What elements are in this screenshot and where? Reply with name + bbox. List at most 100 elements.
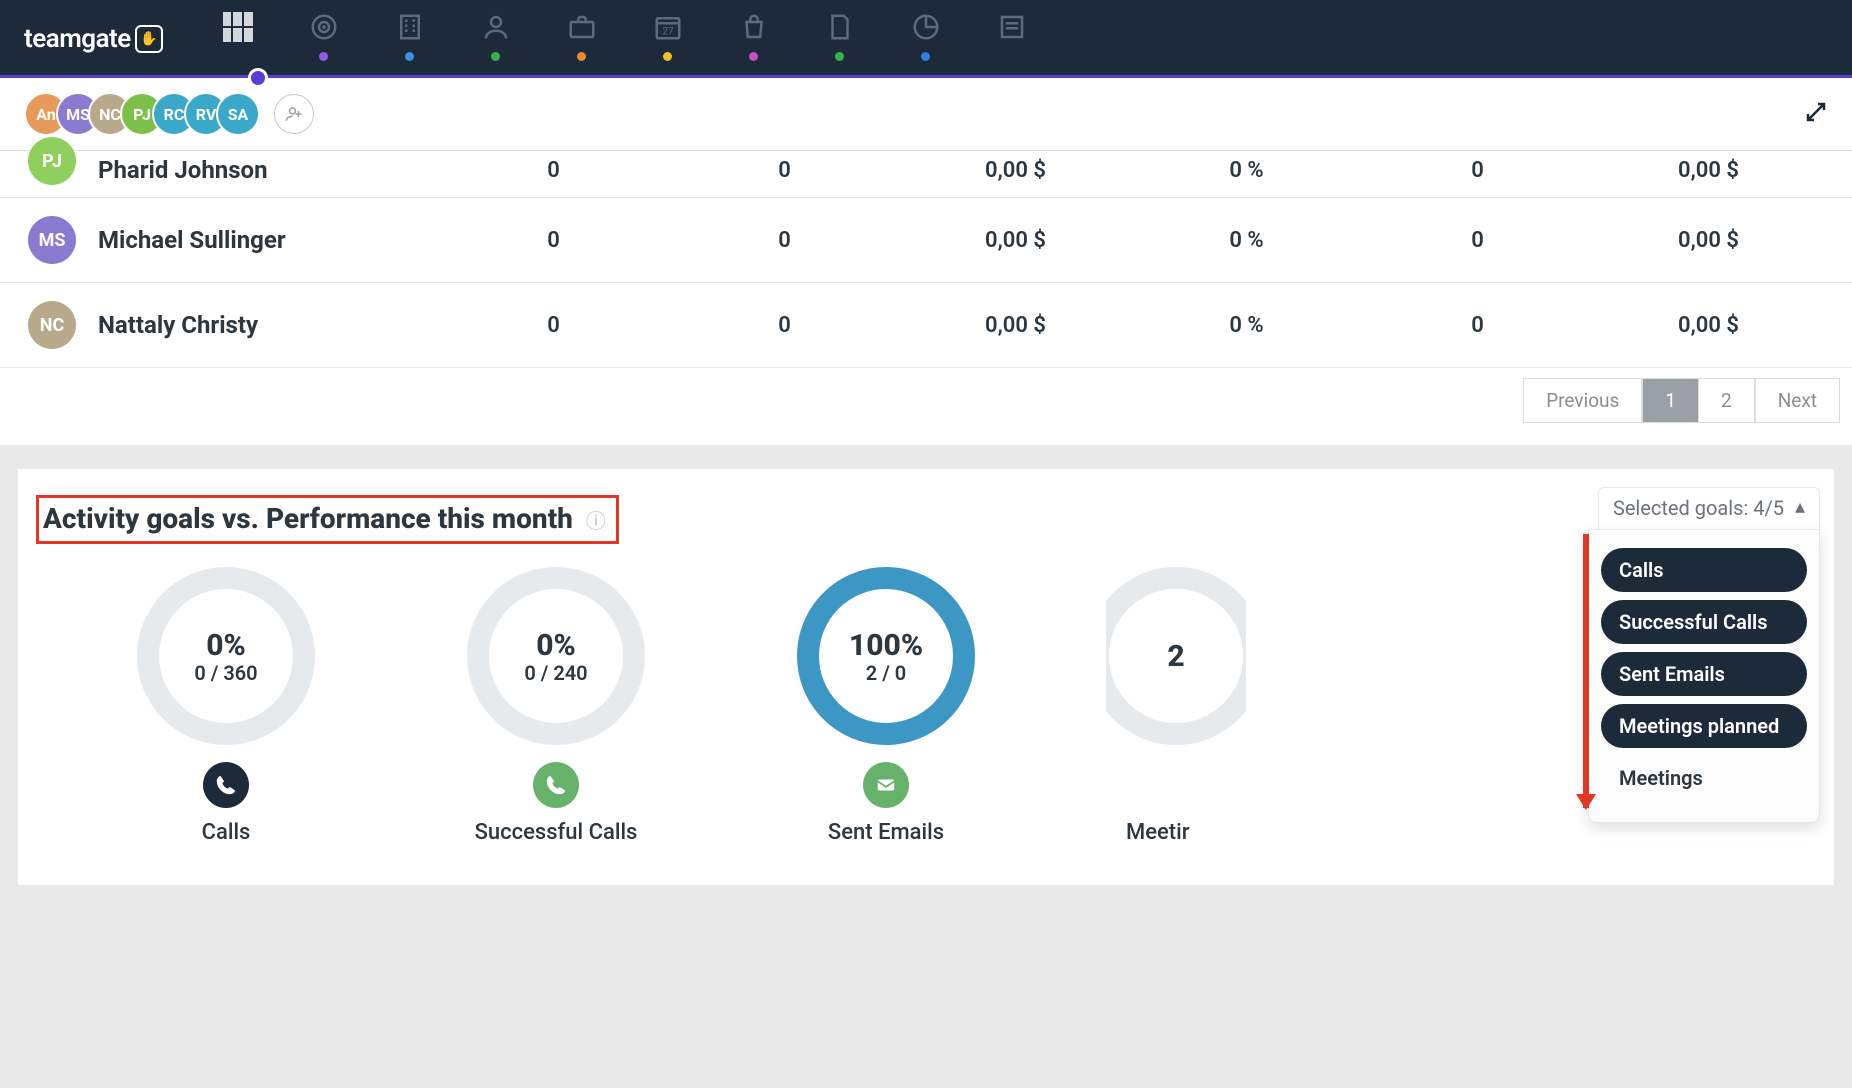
row-cell: 0: [1362, 313, 1593, 338]
row-avatar: NC: [28, 301, 76, 349]
calendar-icon: 27: [653, 12, 683, 42]
brand-text: teamgate: [24, 24, 131, 54]
info-icon[interactable]: ⓘ: [586, 509, 606, 533]
nav-underline: [0, 75, 1852, 78]
goal-pct: 0%: [206, 628, 246, 663]
row-cell: 0 %: [1131, 158, 1362, 183]
row-cell: 0,00 $: [900, 158, 1131, 183]
row-cell: 0: [438, 158, 669, 183]
annotation-arrow: [1583, 534, 1589, 808]
bag-icon: [739, 12, 769, 42]
row-name: Nattaly Christy: [98, 311, 438, 339]
goal-option-chip[interactable]: Successful Calls: [1601, 600, 1807, 644]
goal-ring: 0% 0 / 360: [136, 566, 316, 746]
goal-pct: 2: [1167, 639, 1184, 674]
row-cell: 0,00 $: [900, 313, 1131, 338]
goal-item-partial: 2 Meetir: [1106, 566, 1246, 845]
nav-dot: [749, 52, 758, 61]
goal-sub: 0 / 360: [194, 661, 257, 685]
pagination-previous[interactable]: Previous: [1523, 378, 1642, 423]
goal-option-chip[interactable]: Meetings planned: [1601, 704, 1807, 748]
goal-ring: 0% 0 / 240: [466, 566, 646, 746]
add-user-filter-button[interactable]: [274, 94, 314, 134]
pagination-page[interactable]: 2: [1699, 378, 1755, 423]
svg-text:27: 27: [662, 27, 674, 38]
target-icon: [309, 12, 339, 42]
goal-option-chip[interactable]: Sent Emails: [1601, 652, 1807, 696]
goal-ring: 100% 2 / 0: [796, 566, 976, 746]
nav-target[interactable]: [309, 12, 339, 61]
pagination: Previous 12 Next: [0, 368, 1852, 445]
row-name: Michael Sullinger: [98, 226, 438, 254]
goal-option-chip[interactable]: Calls: [1601, 548, 1807, 592]
nav-deals[interactable]: [567, 12, 597, 61]
row-cell: 0: [669, 228, 900, 253]
user-filter-avatars[interactable]: AnMSNCPJRCRVSA: [24, 92, 260, 136]
goals-title: Activity goals vs. Performance this mont…: [36, 495, 619, 544]
phone-icon: [533, 762, 579, 808]
nav-products[interactable]: [739, 12, 769, 61]
nav-dot: [405, 52, 414, 61]
nav-companies[interactable]: [395, 12, 425, 61]
row-cell: 0: [1362, 158, 1593, 183]
nav-files[interactable]: [825, 12, 855, 61]
goals-card: Activity goals vs. Performance this mont…: [18, 469, 1834, 885]
row-cell: 0: [438, 313, 669, 338]
row-cell: 0: [669, 158, 900, 183]
row-cell: 0,00 $: [1593, 228, 1824, 253]
filter-subbar: AnMSNCPJRCRVSA: [0, 78, 1852, 151]
nav-analytics[interactable]: [911, 12, 941, 61]
goal-selector-popover: Calls Successful Calls Sent Emails Meetings…: [1588, 529, 1820, 823]
nav-calendar[interactable]: 27: [653, 12, 683, 61]
goal-ring: 2: [1106, 566, 1246, 746]
briefcase-icon: [567, 12, 597, 42]
nav-dot: [663, 52, 672, 61]
row-avatar: PJ: [28, 137, 76, 185]
goals-title-text: Activity goals vs. Performance this mont…: [43, 502, 573, 535]
brand-mark-icon: ✋: [135, 25, 163, 53]
table-row[interactable]: PJ Pharid Johnson 0 0 0,00 $ 0 % 0 0,00 …: [0, 151, 1852, 198]
goal-item: 0% 0 / 360 Calls: [116, 566, 336, 845]
nav-dot: [835, 52, 844, 61]
performance-table: PJ Pharid Johnson 0 0 0,00 $ 0 % 0 0,00 …: [0, 151, 1852, 445]
pie-icon: [911, 12, 941, 42]
brand-logo[interactable]: teamgate ✋: [24, 24, 163, 54]
row-cell: 0,00 $: [1593, 313, 1824, 338]
row-cell: 0 %: [1131, 228, 1362, 253]
nav-reports[interactable]: [997, 12, 1027, 42]
nav-people[interactable]: [481, 12, 511, 61]
row-cell: 0: [1362, 228, 1593, 253]
person-icon: [481, 12, 511, 42]
pagination-page[interactable]: 1: [1642, 378, 1699, 423]
goals-row: 0% 0 / 360 Calls 0% 0 / 240 Successful C…: [36, 566, 1816, 845]
goal-item: 0% 0 / 240 Successful Calls: [446, 566, 666, 845]
chevron-up-icon: ▴: [1795, 494, 1805, 518]
row-cell: 0: [438, 228, 669, 253]
row-cell: 0 %: [1131, 313, 1362, 338]
nav-dot: [921, 52, 930, 61]
nav-dot: [491, 52, 500, 61]
phone-icon: [203, 762, 249, 808]
row-cell: 0,00 $: [900, 228, 1131, 253]
goal-selector-label: Selected goals: 4/5: [1613, 496, 1784, 520]
expand-icon: [1804, 100, 1828, 124]
goal-pct: 0%: [536, 628, 576, 663]
expand-button[interactable]: [1804, 100, 1828, 128]
nav-active-indicator: [248, 68, 268, 88]
pagination-next[interactable]: Next: [1755, 378, 1840, 423]
row-name: Pharid Johnson: [98, 156, 438, 184]
goal-label: Successful Calls: [475, 820, 638, 845]
goal-selector-toggle[interactable]: Selected goals: 4/5 ▴: [1598, 487, 1820, 530]
building-icon: [395, 12, 425, 42]
mail-icon: [863, 762, 909, 808]
nav-dot: [319, 52, 328, 61]
row-avatar: MS: [28, 216, 76, 264]
user-avatar[interactable]: SA: [216, 92, 260, 136]
goal-option-chip[interactable]: Meetings: [1601, 756, 1807, 800]
row-cell: 0,00 $: [1593, 158, 1824, 183]
nav-dashboard[interactable]: [223, 12, 253, 42]
table-row[interactable]: NC Nattaly Christy 0 0 0,00 $ 0 % 0 0,00…: [0, 283, 1852, 368]
table-row[interactable]: MS Michael Sullinger 0 0 0,00 $ 0 % 0 0,…: [0, 198, 1852, 283]
report-icon: [997, 12, 1027, 42]
row-cell: 0: [669, 313, 900, 338]
